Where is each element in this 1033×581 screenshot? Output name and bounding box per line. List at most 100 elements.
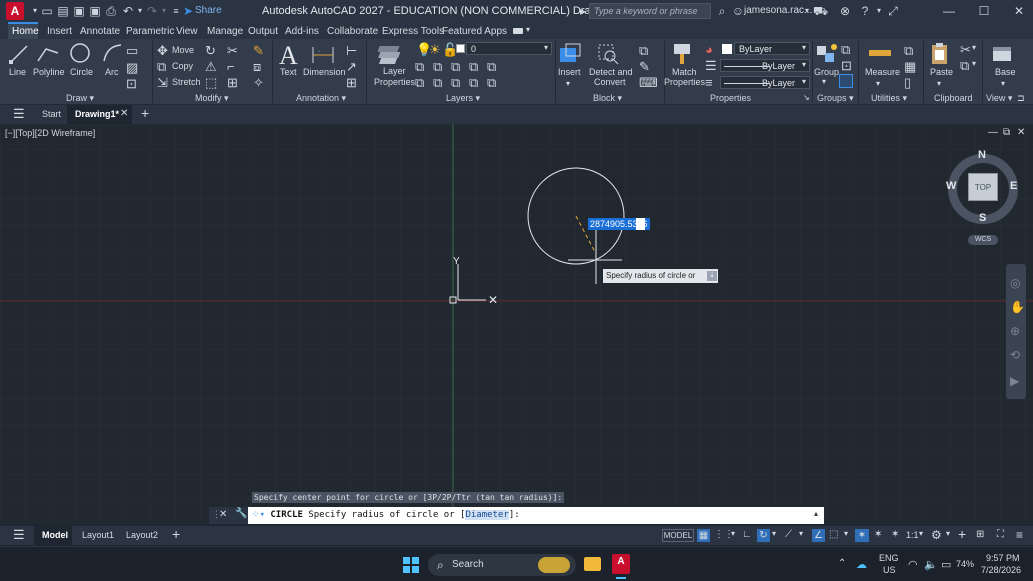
wcs-menu[interactable]: WCS bbox=[968, 235, 998, 245]
compass-west[interactable]: W bbox=[946, 180, 956, 192]
help-dropdown-icon[interactable]: ▾ bbox=[872, 4, 886, 18]
layer-thaw-icon[interactable]: ☀ bbox=[429, 43, 441, 56]
dimension-icon[interactable]: · bbox=[311, 43, 335, 65]
group-selection-toggle-icon[interactable] bbox=[839, 74, 853, 88]
circle-icon[interactable] bbox=[69, 42, 91, 64]
units-icon[interactable]: ⊞ bbox=[976, 529, 984, 540]
groups-panel-title[interactable]: Groups ▾ bbox=[817, 93, 854, 104]
layer-dropdown[interactable]: 0 bbox=[466, 42, 552, 55]
lineweight-dropdown-chevron-icon[interactable]: ▾ bbox=[802, 77, 806, 86]
layer-tool-10-icon[interactable]: ⧉ bbox=[487, 76, 496, 89]
tab-home[interactable]: Home bbox=[12, 26, 39, 37]
tab-express-tools[interactable]: Express Tools bbox=[382, 26, 444, 37]
user-icon[interactable]: ☺ bbox=[731, 4, 745, 18]
insert-button[interactable]: Insert bbox=[558, 67, 581, 77]
onedrive-icon[interactable]: ☁ bbox=[856, 558, 867, 571]
line-icon[interactable] bbox=[8, 43, 30, 65]
help-search-input[interactable]: Type a keyword or phrase bbox=[589, 3, 711, 19]
copy-dropdown-icon[interactable]: ▾ bbox=[972, 59, 976, 68]
tab-parametric[interactable]: Parametric bbox=[126, 26, 174, 37]
lineweight-icon[interactable]: ≡ bbox=[705, 76, 713, 89]
quick-select-icon[interactable]: ⧉ bbox=[904, 44, 913, 57]
close-tab-icon[interactable]: ✕ bbox=[120, 108, 128, 119]
snap-dropdown-icon[interactable]: ▾ bbox=[731, 529, 735, 538]
zoom-extents-icon[interactable]: ⊕ bbox=[1010, 324, 1020, 338]
drawing-canvas[interactable]: ✕ [−][Top][2D Wireframe] Y 2874905.5356 … bbox=[0, 124, 1033, 524]
block-panel-title[interactable]: Block ▾ bbox=[593, 93, 622, 104]
autocad-taskbar-icon[interactable]: A bbox=[612, 554, 630, 574]
text-button[interactable]: Text bbox=[280, 67, 297, 77]
detect-convert-label-1[interactable]: Detect and bbox=[589, 67, 633, 77]
layer-tool-7-icon[interactable]: ⧉ bbox=[433, 76, 442, 89]
base-dropdown-icon[interactable]: ▾ bbox=[1001, 79, 1005, 88]
clock-date[interactable]: 7/28/2026 bbox=[981, 565, 1021, 575]
tab-model[interactable]: Model bbox=[42, 530, 68, 540]
pan-icon[interactable]: ✋ bbox=[1010, 300, 1025, 314]
properties-launcher-icon[interactable]: ↘ bbox=[803, 93, 810, 102]
show-hidden-icons-chevron[interactable]: ⌃ bbox=[838, 558, 846, 569]
clean-screen-icon[interactable]: ⛶ bbox=[997, 529, 1004, 540]
clock-time[interactable]: 9:57 PM bbox=[986, 553, 1020, 563]
command-option-diameter[interactable]: Diameter bbox=[465, 510, 509, 520]
autodesk-a360-icon[interactable]: ⊗ bbox=[838, 4, 852, 18]
new-file-icon[interactable]: ▭ bbox=[40, 4, 54, 18]
offset-icon[interactable]: ⧈ bbox=[253, 60, 261, 73]
clipboard-panel-title[interactable]: Clipboard bbox=[934, 93, 973, 103]
arrow-icon[interactable]: ▸ bbox=[576, 4, 590, 18]
battery-icon[interactable]: ▭ bbox=[941, 558, 951, 571]
new-tab-plus-icon[interactable]: + bbox=[141, 105, 149, 121]
restore-ribbon-icon[interactable]: ⤢ bbox=[886, 4, 900, 18]
id-point-icon[interactable]: ▯ bbox=[904, 76, 911, 89]
ungroup-icon[interactable]: ⧉ bbox=[841, 43, 850, 56]
match-properties-label-1[interactable]: Match bbox=[672, 67, 697, 77]
erase-icon[interactable]: ✎ bbox=[253, 44, 264, 57]
orbit-icon[interactable]: ⟲ bbox=[1010, 348, 1020, 362]
group-edit-icon[interactable]: ⊡ bbox=[841, 59, 852, 72]
region-icon[interactable]: ⊡ bbox=[126, 77, 137, 90]
trim-icon[interactable]: ✂ bbox=[227, 44, 238, 57]
explode-icon[interactable]: ✧ bbox=[253, 76, 264, 89]
command-customize-icon[interactable]: 🔧 bbox=[235, 508, 247, 519]
viewport-close-icon[interactable]: ✕ bbox=[1017, 127, 1025, 138]
ribbon-minimize-icon[interactable] bbox=[513, 28, 523, 34]
block-attribute-icon[interactable]: ⌨ bbox=[639, 76, 658, 89]
viewport-controls-label[interactable]: [−][Top][2D Wireframe] bbox=[5, 128, 95, 138]
scale-icon[interactable]: ⬚ bbox=[205, 76, 217, 89]
file-explorer-icon[interactable] bbox=[584, 557, 601, 571]
model-space-toggle[interactable]: MODEL bbox=[662, 529, 694, 542]
wifi-icon[interactable]: ◠ bbox=[908, 558, 918, 571]
tab-featured-apps[interactable]: Featured Apps bbox=[442, 26, 507, 37]
paste-button[interactable]: Paste bbox=[930, 67, 953, 77]
polar-dropdown-icon[interactable]: ▾ bbox=[772, 529, 776, 538]
annotation-visibility-icon[interactable]: ✶ bbox=[855, 529, 869, 542]
windows-start-icon[interactable] bbox=[403, 557, 419, 573]
copy-button[interactable]: Copy bbox=[172, 61, 193, 71]
tab-add-ins[interactable]: Add-ins bbox=[285, 26, 319, 37]
properties-panel-title[interactable]: Properties bbox=[710, 93, 751, 103]
customization-menu-icon[interactable]: ≡ bbox=[1016, 528, 1023, 542]
workspace-dropdown-icon[interactable]: ▾ bbox=[946, 529, 950, 538]
layer-dropdown-chevron-icon[interactable]: ▾ bbox=[544, 43, 548, 52]
share-icon[interactable]: ➤ bbox=[181, 4, 195, 18]
fillet-icon[interactable]: ⌐ bbox=[227, 60, 235, 73]
base-button[interactable]: Base bbox=[995, 67, 1016, 77]
compass-east[interactable]: E bbox=[1010, 180, 1017, 192]
tab-annotate[interactable]: Annotate bbox=[80, 26, 120, 37]
save-as-icon[interactable]: ▣ bbox=[88, 4, 102, 18]
tab-insert[interactable]: Insert bbox=[47, 26, 72, 37]
command-close-icon[interactable]: ✕ bbox=[219, 509, 227, 520]
annotation-monitor-plus-icon[interactable]: + bbox=[958, 526, 966, 542]
utilities-panel-title[interactable]: Utilities ▾ bbox=[871, 93, 907, 104]
insert-dropdown-icon[interactable]: ▾ bbox=[566, 79, 570, 88]
object-snap-tracking-icon[interactable]: ∠ bbox=[812, 529, 825, 542]
tab-layout2[interactable]: Layout2 bbox=[126, 530, 158, 540]
new-layout-plus-icon[interactable]: + bbox=[172, 526, 180, 542]
copy-icon[interactable]: ⧉ bbox=[157, 60, 166, 73]
layout-menu-icon[interactable]: ☰ bbox=[13, 528, 25, 542]
match-properties-icon[interactable] bbox=[672, 42, 694, 66]
group-icon[interactable] bbox=[815, 42, 839, 66]
move-button[interactable]: Move bbox=[172, 45, 194, 55]
isodraft-icon[interactable]: ⟋ bbox=[785, 529, 792, 540]
color-wheel-icon[interactable]: ◕ bbox=[705, 43, 713, 56]
color-dropdown[interactable]: ByLayer bbox=[734, 42, 810, 55]
